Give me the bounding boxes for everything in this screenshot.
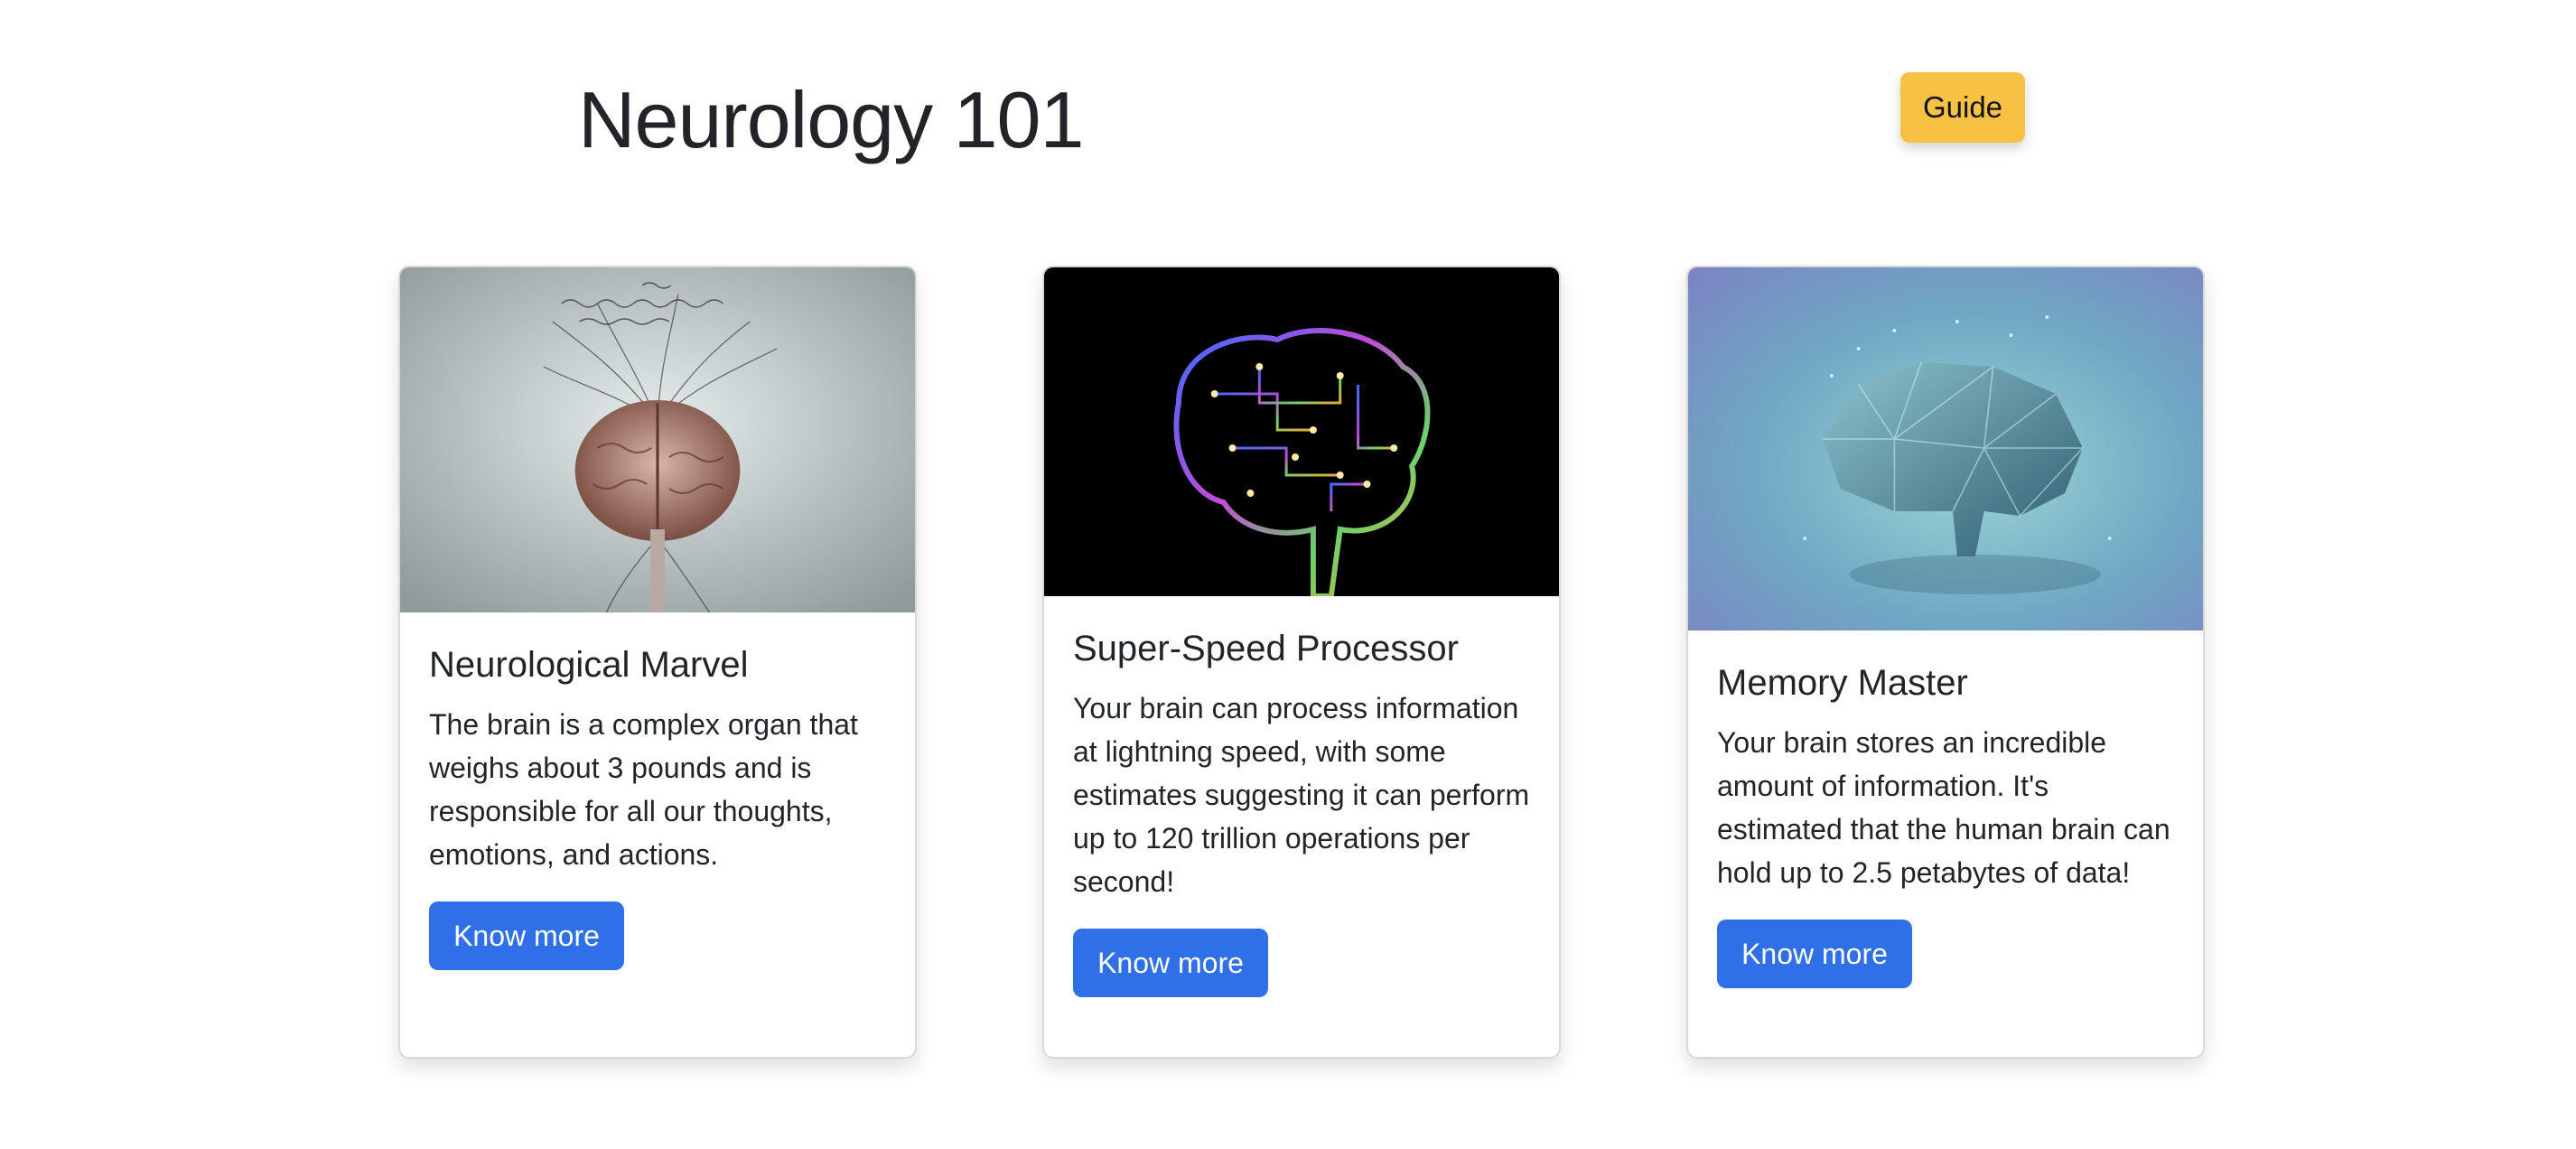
page: Neurology 101 Guide Neurological Marvel …: [0, 0, 2576, 1149]
know-more-button[interactable]: Know more: [429, 901, 624, 970]
card-body: Super-Speed Processor Your brain can pro…: [1044, 596, 1559, 997]
card-image-sketch-brain: [400, 267, 915, 612]
card-title: Neurological Marvel: [429, 645, 749, 685]
card-image-low-poly-brain: [1688, 267, 2203, 631]
guide-button[interactable]: Guide: [1900, 72, 2025, 143]
know-more-button[interactable]: Know more: [1717, 920, 1912, 988]
card-body: Neurological Marvel The brain is a compl…: [400, 612, 915, 970]
card-image-circuit-brain: [1044, 267, 1559, 596]
card-title: Super-Speed Processor: [1073, 629, 1459, 668]
card-super-speed-processor: Super-Speed Processor Your brain can pro…: [1042, 266, 1561, 1059]
card-title: Memory Master: [1717, 663, 1968, 703]
card-text: The brain is a complex organ that weighs…: [429, 708, 858, 871]
card-memory-master: Memory Master Your brain stores an incre…: [1686, 266, 2205, 1059]
page-title: Neurology 101: [578, 75, 1084, 164]
card-text: Your brain can process information at li…: [1073, 692, 1530, 898]
card-text: Your brain stores an incredible amount o…: [1717, 726, 2170, 889]
card-body: Memory Master Your brain stores an incre…: [1688, 631, 2203, 988]
know-more-button[interactable]: Know more: [1073, 929, 1268, 997]
card-neurological-marvel: Neurological Marvel The brain is a compl…: [398, 266, 917, 1059]
